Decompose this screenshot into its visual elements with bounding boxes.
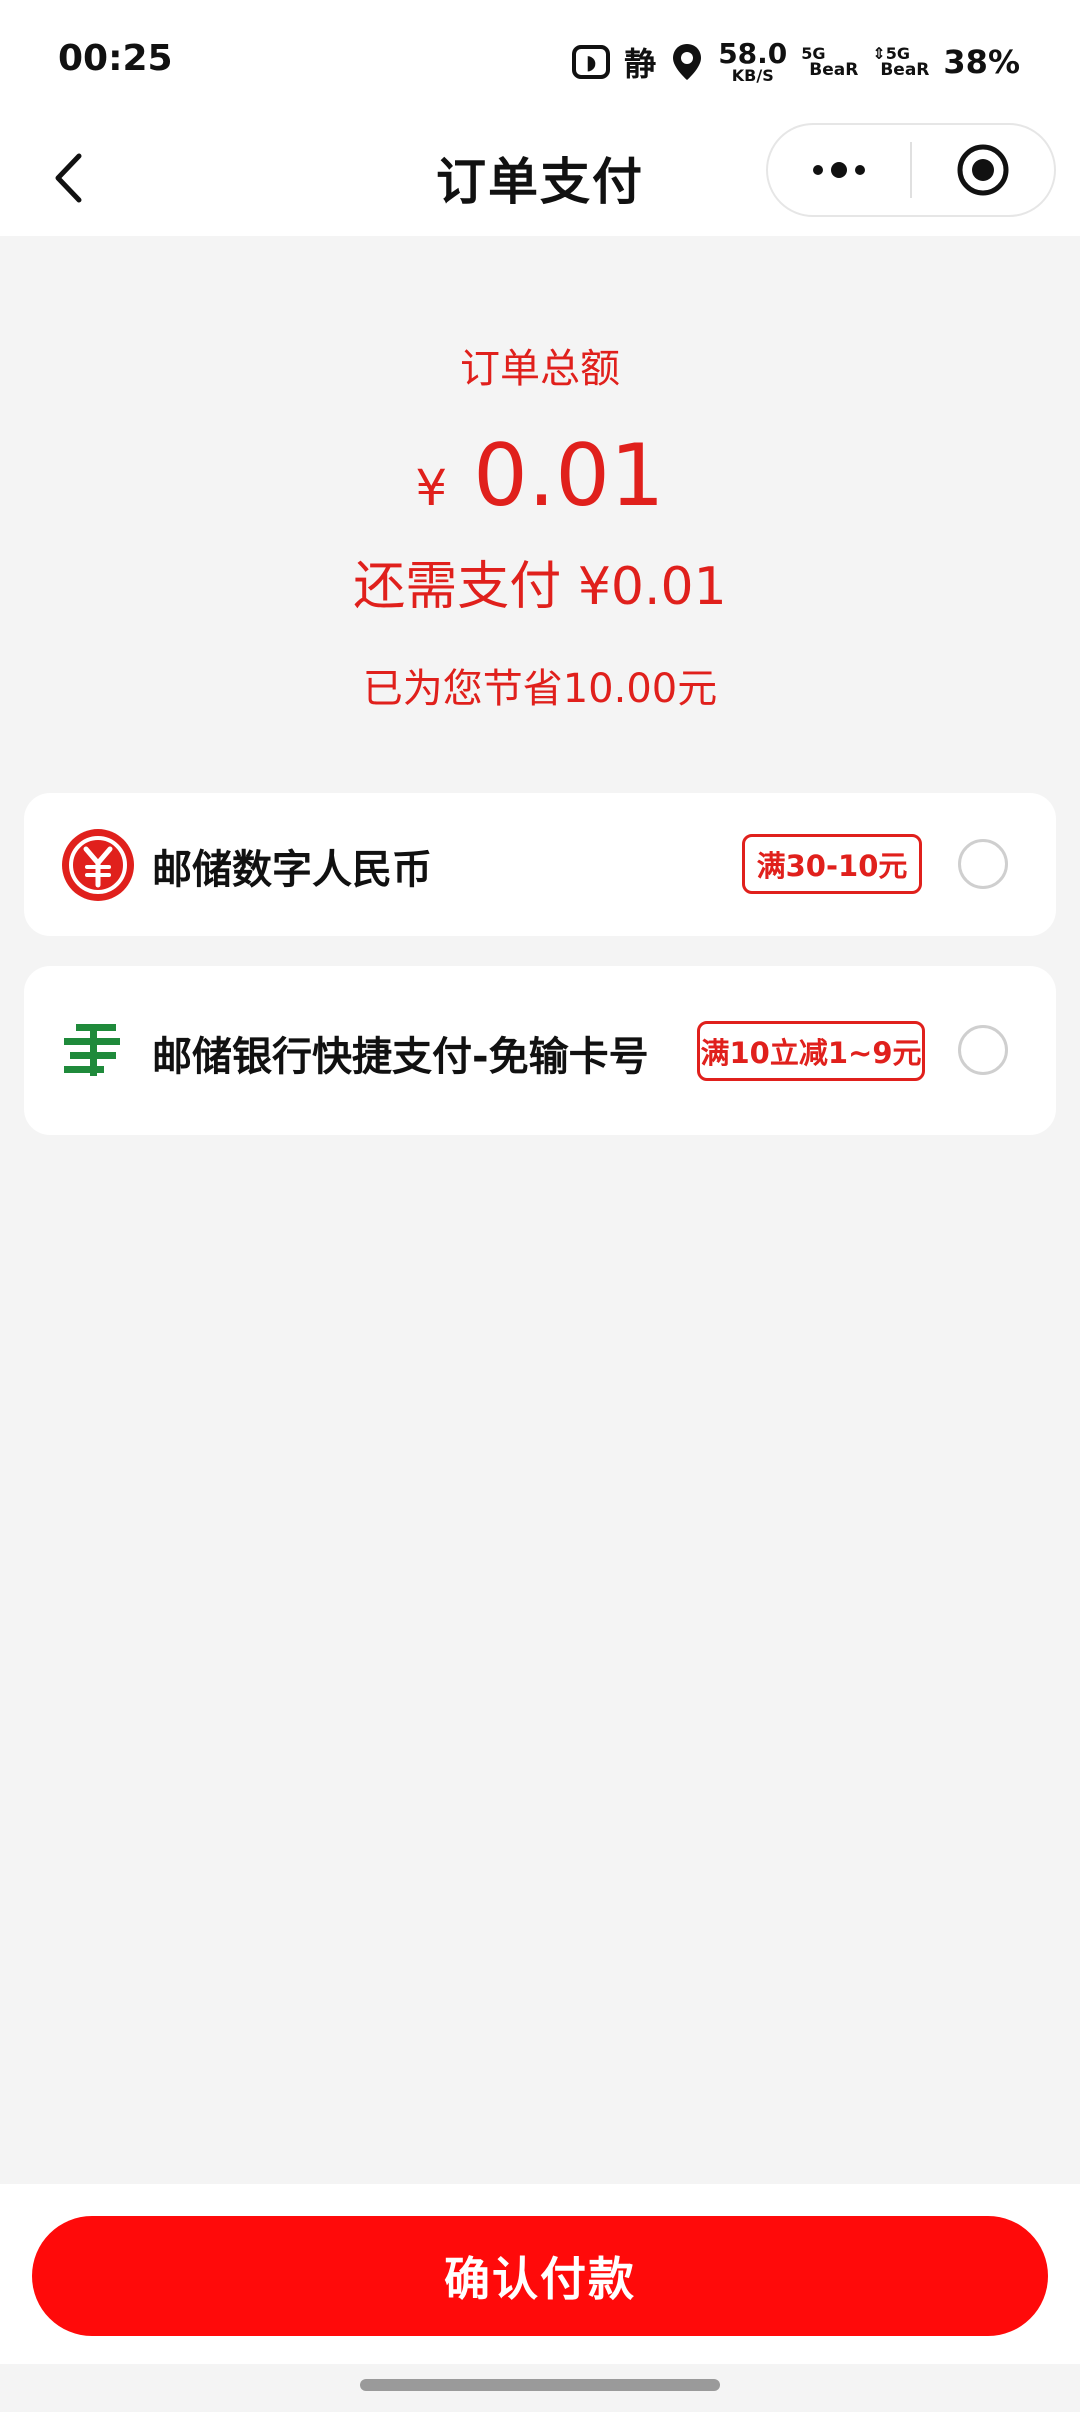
sim1-label: BeaR — [809, 59, 859, 80]
postal-bank-logo-icon — [64, 1024, 120, 1076]
target-circle-icon — [957, 144, 1009, 196]
network-speed: 58.0 KB/S — [718, 40, 787, 84]
close-miniprogram-button[interactable] — [912, 125, 1054, 215]
speed-value: 58.0 — [718, 37, 788, 70]
speed-unit: KB/S — [731, 66, 774, 85]
savings-text: 已为您节省10.00元 — [362, 666, 718, 712]
vpn-shield-icon: ◗ — [572, 45, 611, 79]
status-icons: ◗ 静 58.0 KB/S 5G BeaR ⇕5G BeaR 38% — [572, 34, 1020, 90]
more-dots-icon — [813, 165, 823, 175]
currency-symbol: ¥ — [415, 459, 448, 517]
payment-method-postal-quickpay[interactable]: 邮储银行快捷支付-免输卡号 满10立减1~9元 — [24, 966, 1056, 1135]
more-dot-center — [831, 162, 847, 178]
sim2-signal: ⇕5G BeaR — [872, 45, 930, 80]
digital-rmb-logo-icon — [62, 829, 134, 901]
amount-value: 0.01 — [473, 426, 665, 526]
confirm-payment-button[interactable]: 确认付款 — [32, 2216, 1048, 2336]
promo-badge: 满10立减1~9元 — [697, 1021, 925, 1081]
status-time: 00:25 — [58, 38, 173, 79]
payment-method-digital-rmb[interactable]: 邮储数字人民币 满30-10元 — [24, 793, 1056, 936]
more-button[interactable] — [768, 125, 910, 215]
payment-method-label: 邮储银行快捷支付-免输卡号 — [152, 1034, 649, 1080]
status-bar: 00:25 ◗ 静 58.0 KB/S 5G BeaR ⇕5G BeaR 38% — [0, 0, 1080, 120]
order-amount: ¥ 0.01 — [0, 426, 1080, 526]
miniprogram-capsule — [766, 123, 1056, 217]
payment-method-label: 邮储数字人民币 — [152, 847, 432, 893]
home-indicator[interactable] — [360, 2379, 720, 2391]
sim2-label: BeaR — [880, 59, 930, 80]
order-total-label: 订单总额 — [460, 346, 620, 392]
sim1-signal: 5G BeaR — [801, 45, 859, 80]
promo-badge: 满30-10元 — [742, 834, 922, 894]
radio-button[interactable] — [958, 839, 1008, 889]
amount-due: 还需支付 ¥0.01 — [353, 557, 727, 617]
mute-label: 静 — [624, 45, 657, 83]
battery-level: 38% — [943, 43, 1020, 81]
nav-bar: 订单支付 — [0, 120, 1080, 236]
location-icon — [673, 44, 702, 80]
bottom-action-bar: 确认付款 — [0, 2184, 1080, 2364]
more-dot-right — [855, 165, 865, 175]
radio-button[interactable] — [958, 1025, 1008, 1075]
